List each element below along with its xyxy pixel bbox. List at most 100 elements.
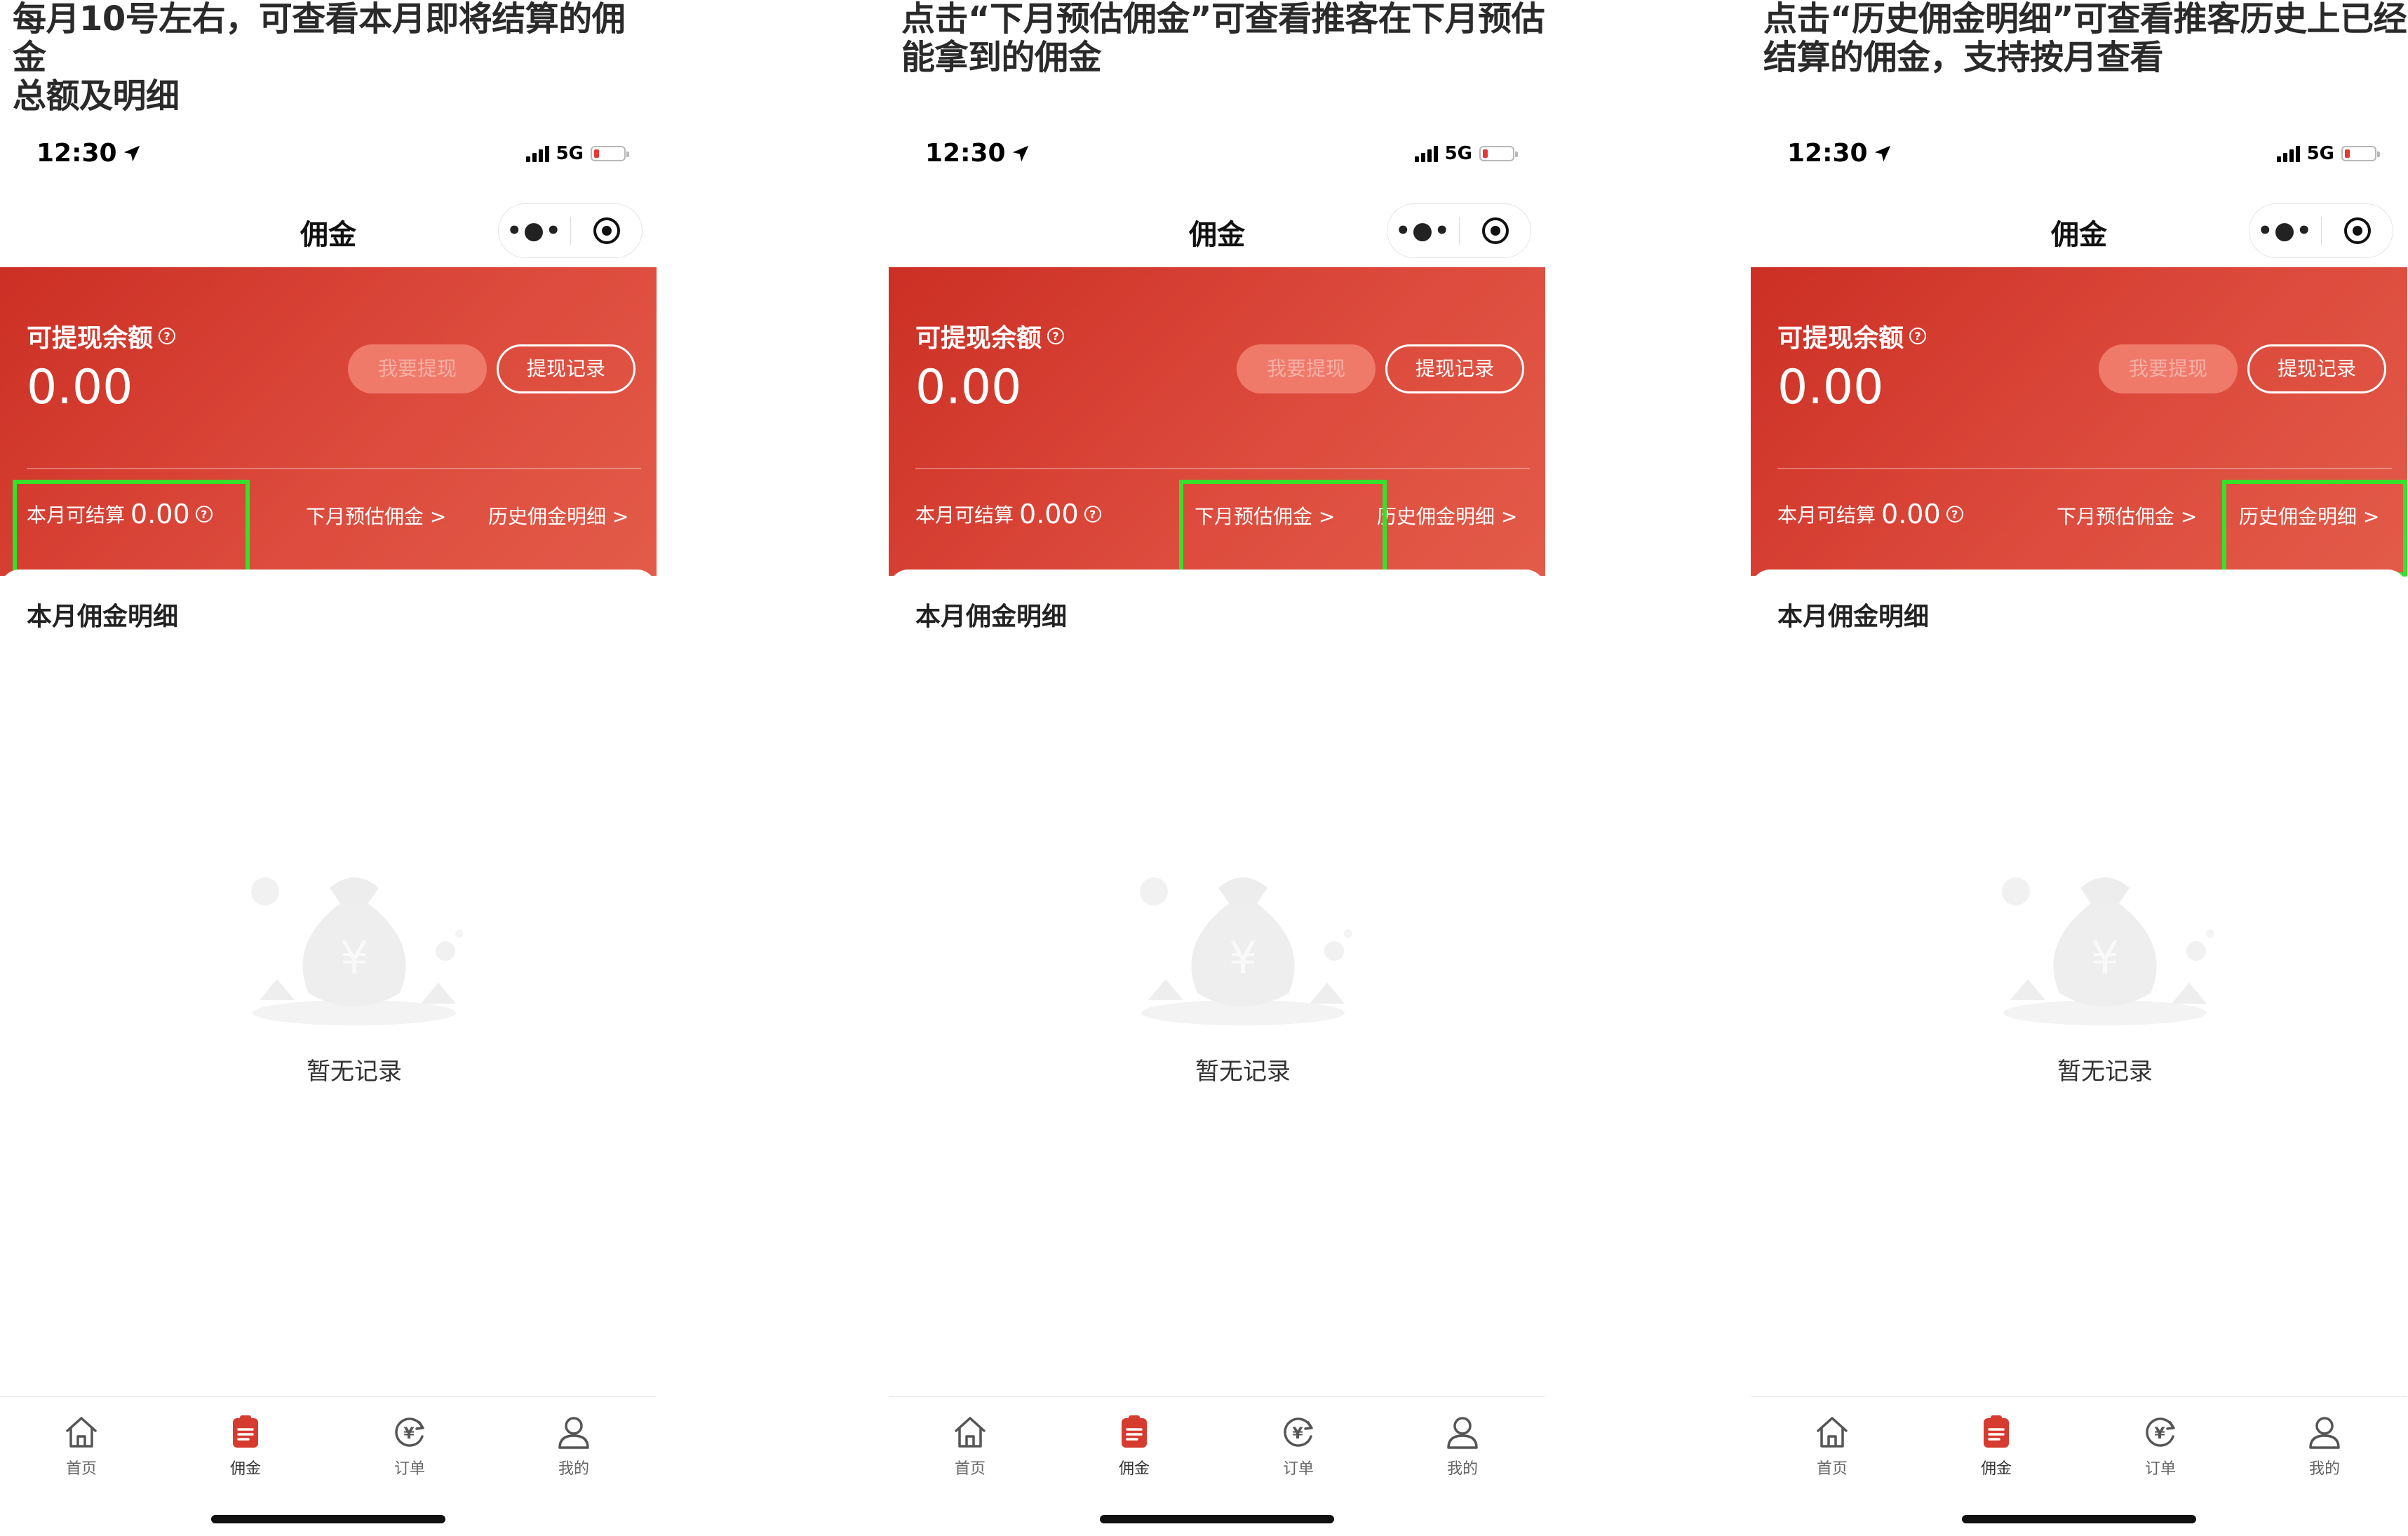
balance-label: 可提现余额 ?	[27, 318, 176, 354]
tab-commission[interactable]: 佣金	[203, 1411, 288, 1478]
mini-program-capsule: •●•	[498, 203, 643, 258]
status-time: 12:30	[36, 139, 142, 168]
caption: 点击“下月预估佣金”可查看推客在下月预估 能拿到的佣金	[901, 0, 1545, 77]
tab-profile[interactable]: 我的	[532, 1411, 616, 1478]
withdraw-records-button[interactable]: 提现记录	[497, 344, 635, 393]
status-time-text: 12:30	[925, 139, 1006, 168]
tab-home[interactable]: 首页	[39, 1411, 123, 1478]
help-icon[interactable]: ?	[1909, 328, 1927, 344]
balance-label-text: 可提现余额	[1777, 324, 1904, 353]
tab-orders[interactable]: ¥ 订单	[1256, 1411, 1340, 1478]
more-dots-icon[interactable]: •●•	[1387, 203, 1459, 258]
commission-icon	[1092, 1411, 1176, 1453]
commission-icon	[203, 1411, 288, 1453]
balance-label-text: 可提现余额	[915, 324, 1042, 353]
more-dots-icon[interactable]: •●•	[2249, 203, 2321, 258]
home-icon	[1790, 1411, 1874, 1453]
balance-label-text: 可提现余额	[27, 324, 154, 353]
next-month-estimate-link[interactable]: 下月预估佣金 >	[2057, 501, 2197, 530]
capsule-close-icon[interactable]	[571, 216, 642, 245]
battery-icon	[1479, 146, 1518, 161]
status-indicators: 5G	[525, 143, 629, 164]
commission-detail-card: 本月佣金明细 ¥ 暂无记录	[1751, 570, 2407, 1397]
home-icon	[928, 1411, 1012, 1453]
commission-icon	[1954, 1411, 2038, 1453]
help-icon[interactable]: ?	[1047, 328, 1065, 344]
battery-icon	[2341, 146, 2380, 161]
signal-icon	[2276, 145, 2300, 162]
svg-text:¥: ¥	[340, 933, 369, 985]
highlight-box	[13, 480, 250, 577]
profile-icon	[532, 1411, 616, 1453]
section-title: 本月佣金明细	[915, 602, 1068, 631]
commission-detail-card: 本月佣金明细 ¥ 暂无记录	[889, 570, 1545, 1397]
withdraw-button[interactable]: 我要提现	[348, 344, 487, 393]
withdraw-records-button[interactable]: 提现记录	[1385, 344, 1524, 393]
svg-text:¥: ¥	[403, 1425, 415, 1443]
phone-panel: 点击“下月预估佣金”可查看推客在下月预估 能拿到的佣金 12:30 5G 佣金 …	[889, 0, 1545, 1536]
tab-profile[interactable]: 我的	[1420, 1411, 1505, 1478]
home-icon	[39, 1411, 123, 1453]
tab-commission[interactable]: 佣金	[1092, 1411, 1176, 1478]
tab-bar: 首页 佣金 ¥ 订单 我的	[1751, 1396, 2407, 1481]
capsule-close-icon[interactable]	[1460, 216, 1531, 245]
tab-bar: 首页 佣金 ¥ 订单 我的	[0, 1396, 657, 1481]
section-title: 本月佣金明细	[27, 602, 179, 631]
balance-label: 可提现余额 ?	[1777, 318, 1927, 354]
home-indicator	[211, 1515, 445, 1523]
commission-header: 可提现余额 ? 0.00 我要提现 提现记录 本月可结算 0.00 ? 下月预估…	[1751, 267, 2407, 577]
signal-icon	[525, 145, 549, 162]
header-divider	[27, 468, 641, 469]
withdraw-records-button[interactable]: 提现记录	[2247, 344, 2386, 393]
empty-money-bag-icon: ¥	[251, 877, 463, 1025]
tab-label: 佣金	[229, 1460, 261, 1478]
phone-panel: 点击“历史佣金明细”可查看推客历史上已经 结算的佣金，支持按月查看 12:30 …	[1751, 0, 2407, 1536]
network-label: 5G	[556, 143, 584, 164]
next-month-estimate-link[interactable]: 下月预估佣金 >	[306, 501, 446, 530]
highlight-box	[1179, 480, 1387, 577]
order-icon: ¥	[368, 1411, 452, 1453]
header-divider	[915, 468, 1530, 469]
tab-home[interactable]: 首页	[928, 1411, 1012, 1478]
settle-label: 本月可结算	[1777, 504, 1876, 527]
svg-text:¥: ¥	[2091, 933, 2120, 985]
tab-label: 订单	[1282, 1460, 1314, 1478]
capsule-close-icon[interactable]	[2322, 216, 2393, 245]
withdraw-button[interactable]: 我要提现	[1237, 344, 1375, 393]
help-icon[interactable]: ?	[1946, 506, 1963, 523]
empty-text: 暂无记录	[1195, 1058, 1291, 1086]
status-time-text: 12:30	[36, 139, 117, 168]
tab-orders[interactable]: ¥ 订单	[2118, 1411, 2202, 1478]
tab-label: 首页	[954, 1460, 986, 1478]
tab-orders[interactable]: ¥ 订单	[368, 1411, 452, 1478]
more-dots-icon[interactable]: •●•	[499, 203, 570, 258]
tab-label: 我的	[2308, 1460, 2340, 1478]
monthly-settle: 本月可结算 0.00 ?	[915, 499, 1101, 530]
status-time: 12:30	[925, 139, 1031, 168]
history-commission-link[interactable]: 历史佣金明细 >	[1377, 501, 1517, 530]
home-indicator	[1100, 1515, 1334, 1523]
tab-commission[interactable]: 佣金	[1954, 1411, 2038, 1478]
profile-icon	[2282, 1411, 2367, 1453]
help-icon[interactable]: ?	[1084, 506, 1101, 523]
help-icon[interactable]: ?	[159, 328, 176, 344]
tab-label: 订单	[394, 1460, 425, 1478]
tab-home[interactable]: 首页	[1790, 1411, 1874, 1478]
phone-panel: 每月10号左右，可查看本月即将结算的佣金 总额及明细 12:30 5G 佣金 •…	[0, 0, 657, 1536]
mini-program-capsule: •●•	[2249, 203, 2393, 258]
empty-text: 暂无记录	[2057, 1058, 2153, 1086]
mini-program-capsule: •●•	[1387, 203, 1531, 258]
tab-profile[interactable]: 我的	[2282, 1411, 2367, 1478]
tab-bar: 首页 佣金 ¥ 订单 我的	[889, 1396, 1545, 1481]
location-arrow-icon	[123, 145, 140, 161]
history-commission-link[interactable]: 历史佣金明细 >	[488, 501, 628, 530]
section-title: 本月佣金明细	[1777, 602, 1930, 631]
balance-value: 0.00	[1777, 360, 1884, 415]
status-indicators: 5G	[1414, 143, 1518, 164]
settle-value: 0.00	[1019, 499, 1079, 530]
withdraw-button[interactable]: 我要提现	[2099, 344, 2238, 393]
svg-text:¥: ¥	[1292, 1425, 1303, 1443]
tab-label: 首页	[65, 1460, 97, 1478]
status-time: 12:30	[1787, 139, 1893, 168]
settle-label: 本月可结算	[915, 504, 1014, 527]
